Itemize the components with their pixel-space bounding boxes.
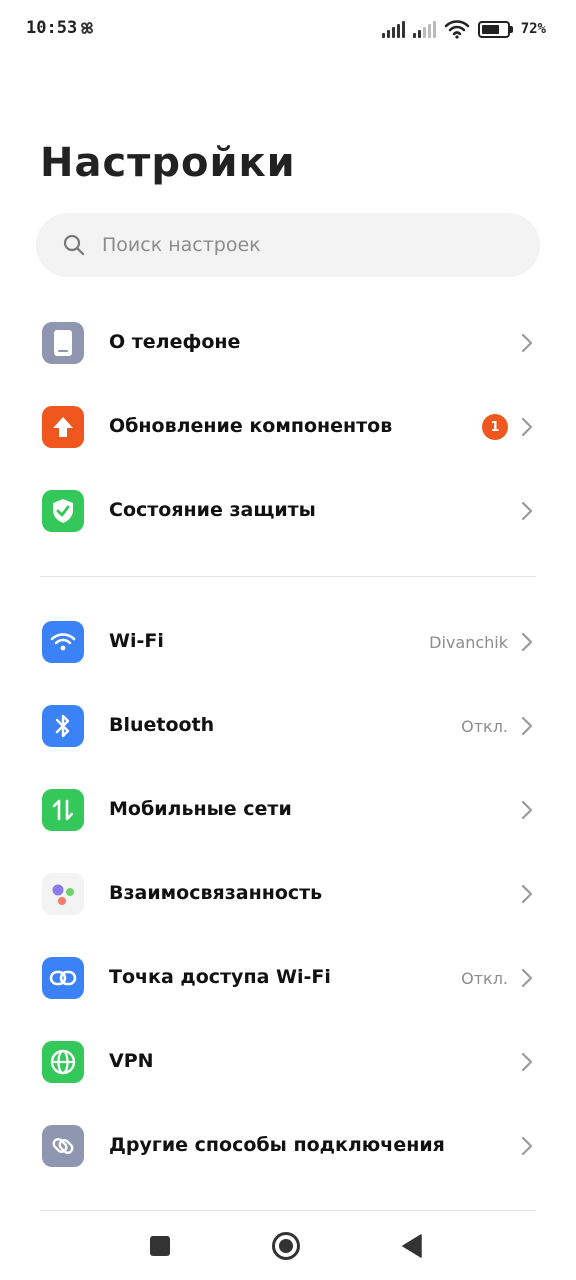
settings-item-label: Wi-Fi bbox=[109, 630, 164, 652]
settings-item-label: Bluetooth bbox=[109, 714, 215, 736]
status-bar: 10:53 72% bbox=[0, 0, 576, 58]
hotspot-status: Откл. bbox=[461, 969, 508, 988]
settings-item-label: Состояние защиты bbox=[109, 499, 316, 521]
page-title: Настройки bbox=[40, 140, 296, 186]
settings-item-component-update[interactable]: Обновление компонентов 1 bbox=[0, 385, 576, 469]
back-icon bbox=[402, 1234, 422, 1258]
section-divider bbox=[40, 1210, 536, 1211]
section-divider bbox=[40, 576, 536, 577]
settings-item-protection-status[interactable]: Состояние защиты bbox=[0, 469, 576, 553]
shield-icon bbox=[42, 490, 84, 532]
chevron-right-icon bbox=[521, 333, 533, 353]
signal-icon bbox=[412, 20, 436, 38]
recents-button[interactable] bbox=[144, 1230, 176, 1262]
home-button[interactable] bbox=[270, 1230, 302, 1262]
settings-item-bluetooth[interactable]: Bluetooth Откл. bbox=[0, 684, 576, 768]
fan-icon bbox=[81, 22, 93, 34]
settings-item-wifi[interactable]: Wi-Fi Divanchik bbox=[0, 600, 576, 684]
search-icon bbox=[63, 234, 85, 256]
settings-item-other-connections[interactable]: Другие способы подключения bbox=[0, 1104, 576, 1188]
settings-item-hotspot[interactable]: Точка доступа Wi-Fi Откл. bbox=[0, 936, 576, 1020]
recents-icon bbox=[150, 1236, 170, 1256]
settings-item-label: Обновление компонентов bbox=[109, 415, 393, 437]
navigation-bar bbox=[0, 1212, 576, 1280]
chevron-right-icon bbox=[521, 501, 533, 521]
hotspot-icon bbox=[42, 957, 84, 999]
interconnect-icon bbox=[42, 873, 84, 915]
chevron-right-icon bbox=[521, 800, 533, 820]
settings-item-label: VPN bbox=[109, 1050, 154, 1072]
settings-item-label: Взаимосвязанность bbox=[109, 882, 323, 904]
globe-icon bbox=[42, 1041, 84, 1083]
arrow-up-icon bbox=[42, 406, 84, 448]
phone-icon bbox=[42, 322, 84, 364]
search-bar[interactable] bbox=[36, 213, 540, 277]
chevron-right-icon bbox=[521, 1052, 533, 1072]
bluetooth-status: Откл. bbox=[461, 717, 508, 736]
settings-item-label: О телефоне bbox=[109, 331, 241, 353]
wifi-icon bbox=[444, 20, 470, 39]
search-input[interactable] bbox=[102, 234, 482, 256]
chevron-right-icon bbox=[521, 716, 533, 736]
bluetooth-icon bbox=[42, 705, 84, 747]
chevron-right-icon bbox=[521, 968, 533, 988]
chevron-right-icon bbox=[521, 417, 533, 437]
mobile-data-icon bbox=[42, 789, 84, 831]
chevron-right-icon bbox=[521, 632, 533, 652]
settings-item-interconnectivity[interactable]: Взаимосвязанность bbox=[0, 852, 576, 936]
signal-icon bbox=[381, 20, 405, 38]
battery-percent: 72% bbox=[520, 21, 546, 37]
link-icon bbox=[42, 1125, 84, 1167]
wifi-icon bbox=[42, 621, 84, 663]
wifi-network-name: Divanchik bbox=[429, 633, 508, 652]
chevron-right-icon bbox=[521, 1136, 533, 1156]
back-button[interactable] bbox=[396, 1230, 428, 1262]
settings-item-vpn[interactable]: VPN bbox=[0, 1020, 576, 1104]
settings-item-mobile-networks[interactable]: Мобильные сети bbox=[0, 768, 576, 852]
settings-item-about-phone[interactable]: О телефоне bbox=[0, 301, 576, 385]
status-time: 10:53 bbox=[26, 18, 78, 38]
update-count-badge: 1 bbox=[482, 414, 508, 440]
home-icon bbox=[272, 1232, 300, 1260]
settings-item-label: Другие способы подключения bbox=[109, 1134, 445, 1156]
settings-item-label: Мобильные сети bbox=[109, 798, 292, 820]
chevron-right-icon bbox=[521, 884, 533, 904]
settings-item-label: Точка доступа Wi-Fi bbox=[109, 966, 331, 988]
battery-icon bbox=[477, 20, 513, 38]
